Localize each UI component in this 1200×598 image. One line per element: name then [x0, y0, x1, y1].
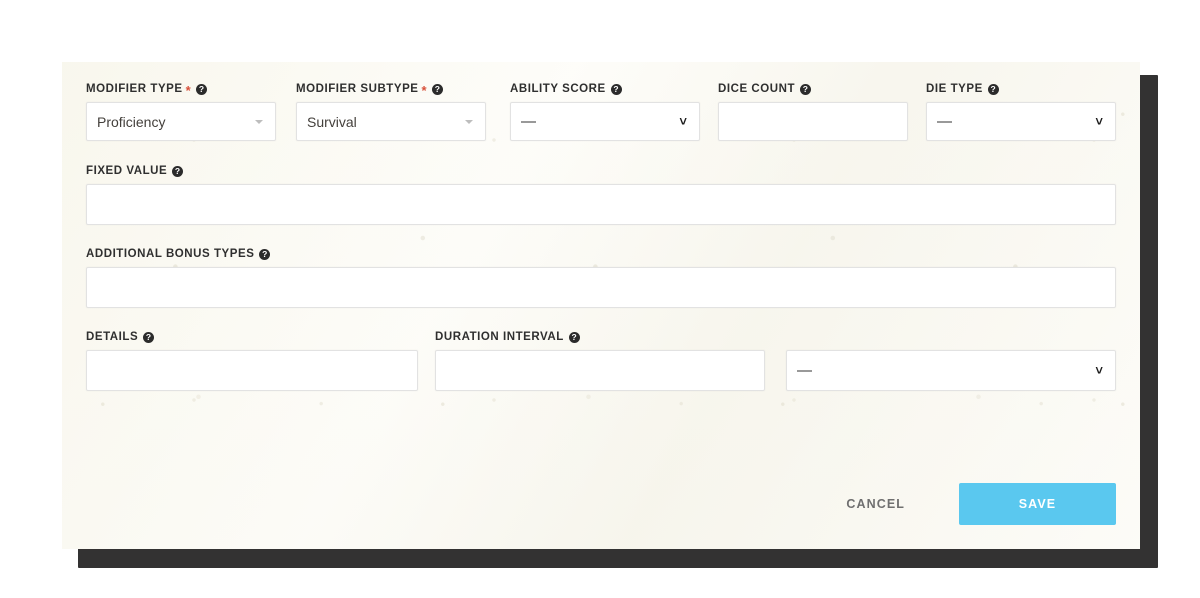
- gap: [700, 82, 718, 141]
- die-type-select[interactable]: — ˅: [926, 102, 1116, 141]
- required-asterisk: *: [421, 82, 428, 98]
- chevron-down-icon: ˅: [679, 114, 687, 129]
- help-circle-icon[interactable]: ?: [987, 83, 999, 95]
- form-row-2: FIXED VALUE ?: [86, 164, 1116, 225]
- help-circle-icon[interactable]: ?: [172, 165, 184, 177]
- field-additional-bonus-types: ADDITIONAL BONUS TYPES ?: [86, 247, 1116, 308]
- save-button[interactable]: Save: [959, 483, 1116, 525]
- field-duration-unit: — ˅: [786, 330, 1116, 391]
- modifier-subtype-select[interactable]: Survival: [296, 102, 486, 141]
- screenshot-root: MODIFIER TYPE * ? Proficiency MODIFIER S…: [0, 0, 1200, 598]
- label-ability-score: ABILITY SCORE ?: [510, 82, 700, 96]
- field-details: DETAILS ?: [86, 330, 418, 391]
- form-row-3: ADDITIONAL BONUS TYPES ?: [86, 247, 1116, 308]
- details-input[interactable]: [86, 350, 418, 391]
- label-text: DETAILS: [86, 331, 139, 343]
- gap: [486, 82, 510, 141]
- field-ability-score: ABILITY SCORE ? — ˅: [510, 82, 700, 141]
- form-actions: Cancel Save: [86, 483, 1116, 525]
- cancel-button[interactable]: Cancel: [832, 487, 919, 521]
- label-details: DETAILS ?: [86, 330, 418, 344]
- help-circle-icon[interactable]: ?: [143, 331, 155, 343]
- label-text: ABILITY SCORE: [510, 83, 606, 95]
- duration-unit-value: —: [797, 362, 812, 379]
- field-modifier-subtype: MODIFIER SUBTYPE * ? Survival: [296, 82, 486, 141]
- chevron-down-icon: [255, 119, 263, 124]
- help-circle-icon[interactable]: ?: [610, 83, 622, 95]
- label-die-type: DIE TYPE ?: [926, 82, 1116, 96]
- modifier-form: MODIFIER TYPE * ? Proficiency MODIFIER S…: [86, 76, 1116, 391]
- ability-score-value: —: [521, 113, 536, 130]
- gap: [765, 330, 786, 391]
- duration-unit-select[interactable]: — ˅: [786, 350, 1116, 391]
- label-text: MODIFIER TYPE: [86, 83, 183, 95]
- die-type-value: —: [937, 113, 952, 130]
- gap: [908, 82, 926, 141]
- label-fixed-value: FIXED VALUE ?: [86, 164, 1116, 178]
- field-duration-interval: DURATION INTERVAL ?: [435, 330, 765, 391]
- modifier-type-value: Proficiency: [97, 113, 166, 130]
- label-duration-unit: [786, 330, 1116, 344]
- chevron-down-icon: ˅: [1095, 363, 1103, 378]
- field-modifier-type: MODIFIER TYPE * ? Proficiency: [86, 82, 276, 141]
- modifier-editor-panel: MODIFIER TYPE * ? Proficiency MODIFIER S…: [62, 62, 1140, 549]
- chevron-down-icon: ˅: [1095, 114, 1103, 129]
- ability-score-select[interactable]: — ˅: [510, 102, 700, 141]
- gap: [276, 82, 296, 141]
- label-text: DICE COUNT: [718, 83, 796, 95]
- additional-bonus-types-input[interactable]: [86, 267, 1116, 308]
- label-additional-bonus-types: ADDITIONAL BONUS TYPES ?: [86, 247, 1116, 261]
- help-circle-icon[interactable]: ?: [196, 83, 208, 95]
- help-circle-icon[interactable]: ?: [432, 83, 444, 95]
- gap: [418, 330, 435, 391]
- label-dice-count: DICE COUNT ?: [718, 82, 908, 96]
- modifier-type-select[interactable]: Proficiency: [86, 102, 276, 141]
- chevron-down-icon: [465, 119, 473, 124]
- help-circle-icon[interactable]: ?: [800, 83, 812, 95]
- field-fixed-value: FIXED VALUE ?: [86, 164, 1116, 225]
- label-text: FIXED VALUE: [86, 165, 168, 177]
- help-circle-icon[interactable]: ?: [568, 331, 580, 343]
- field-dice-count: DICE COUNT ?: [718, 82, 908, 141]
- label-duration-interval: DURATION INTERVAL ?: [435, 330, 765, 344]
- modifier-subtype-value: Survival: [307, 113, 357, 130]
- label-modifier-type: MODIFIER TYPE * ?: [86, 82, 276, 98]
- field-die-type: DIE TYPE ? — ˅: [926, 82, 1116, 141]
- fixed-value-input[interactable]: [86, 184, 1116, 225]
- duration-interval-input[interactable]: [435, 350, 765, 391]
- required-asterisk: *: [185, 82, 192, 98]
- help-circle-icon[interactable]: ?: [259, 248, 271, 260]
- dice-count-input[interactable]: [718, 102, 908, 141]
- label-text: DIE TYPE: [926, 83, 983, 95]
- label-text: DURATION INTERVAL: [435, 331, 564, 343]
- label-text: ADDITIONAL BONUS TYPES: [86, 248, 255, 260]
- label-modifier-subtype: MODIFIER SUBTYPE * ?: [296, 82, 486, 98]
- form-row-1: MODIFIER TYPE * ? Proficiency MODIFIER S…: [86, 82, 1116, 141]
- form-row-4: DETAILS ? DURATION INTERVAL ? — ˅: [86, 330, 1116, 391]
- label-text: MODIFIER SUBTYPE: [296, 83, 419, 95]
